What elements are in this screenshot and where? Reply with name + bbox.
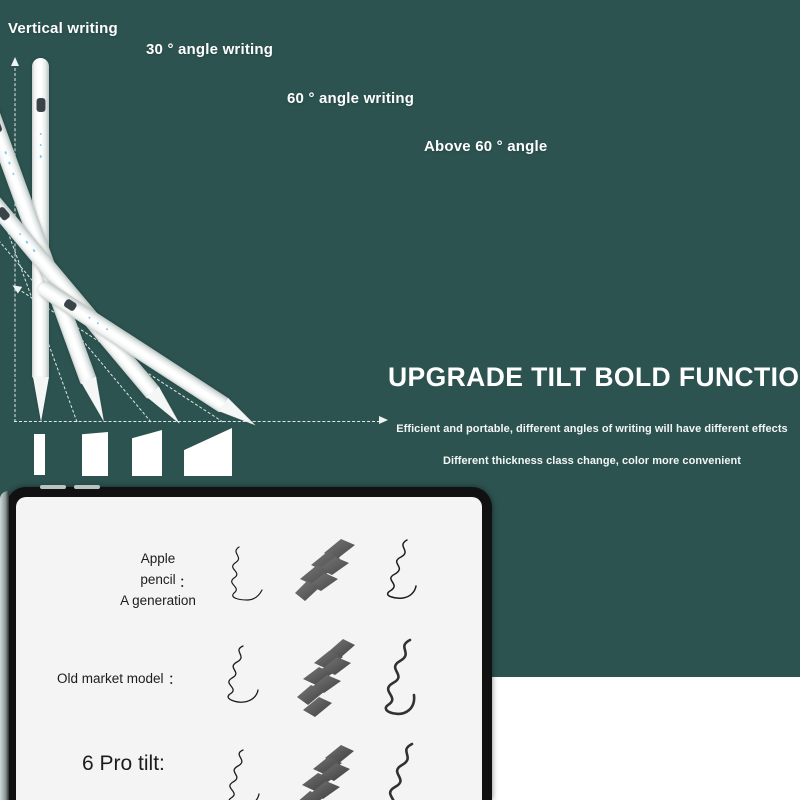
- baseline-arrow-head: [379, 416, 388, 424]
- row-label-6-pro-tilt: 6 Pro tilt:: [82, 752, 165, 775]
- stroke-sample-thin-r2: [227, 645, 259, 703]
- row-colon-apple-pencil: ：: [179, 575, 193, 590]
- row-label-apple-pencil: Apple pencil A generation: [98, 549, 218, 612]
- tablet-screen: Apple pencil A generation ： Old market m…: [16, 497, 482, 800]
- stroke-sample-medium-r3: [388, 742, 414, 800]
- stroke-sample-thin-r1: [231, 546, 263, 601]
- stroke-swatch-2: [82, 432, 108, 476]
- arrow-head: [11, 57, 19, 66]
- stroke-swatch-1: [34, 434, 45, 475]
- led-indicator-3: [39, 155, 42, 158]
- stroke-sample-bold-r1: [295, 539, 355, 601]
- background-panel-white: [492, 677, 800, 800]
- usb-c-port-icon: [36, 98, 45, 113]
- row-colon-old-market-model: ：: [168, 672, 182, 687]
- tablet-volume-button-2[interactable]: [74, 485, 100, 489]
- subline-1-text: Efficient and portable, different angles…: [396, 423, 788, 435]
- row-label-line-1: Apple: [140, 551, 176, 566]
- led-indicator-1: [39, 132, 42, 136]
- row-label-line-3: A generation: [120, 592, 196, 608]
- subline-2-text: Different thickness class change, color …: [442, 455, 741, 467]
- label-above-60-angle: Above 60 ° angle: [424, 138, 548, 155]
- product-marketing-image: Vertical writing 30 ° angle writing 60 °…: [0, 0, 800, 800]
- pen-tip: [32, 376, 49, 422]
- tablet-device: Apple pencil A generation ： Old market m…: [0, 485, 492, 800]
- stroke-sample-medium-r1: [386, 539, 417, 599]
- headline-text: UPGRADE TILT BOLD FUNCTION: [388, 362, 800, 392]
- label-vertical-writing: Vertical writing: [8, 20, 118, 37]
- led-indicator-2: [39, 143, 42, 147]
- stroke-sample-bold-r2: [297, 639, 355, 717]
- tablet-volume-button-1[interactable]: [40, 485, 66, 489]
- stroke-sample-medium-r2: [384, 638, 416, 716]
- tablet-side-edge: [0, 491, 9, 800]
- label-30-angle-writing: 30 ° angle writing: [146, 41, 274, 58]
- row-label-old-market-model: Old market model: [57, 671, 164, 686]
- stroke-sample-thin-r3: [228, 749, 260, 800]
- label-60-angle-writing: 60 ° angle writing: [287, 90, 415, 107]
- row-label-line-2: pencil: [140, 571, 176, 587]
- stroke-sample-bold-r3: [299, 745, 354, 800]
- baseline-dashed-line: [14, 421, 380, 422]
